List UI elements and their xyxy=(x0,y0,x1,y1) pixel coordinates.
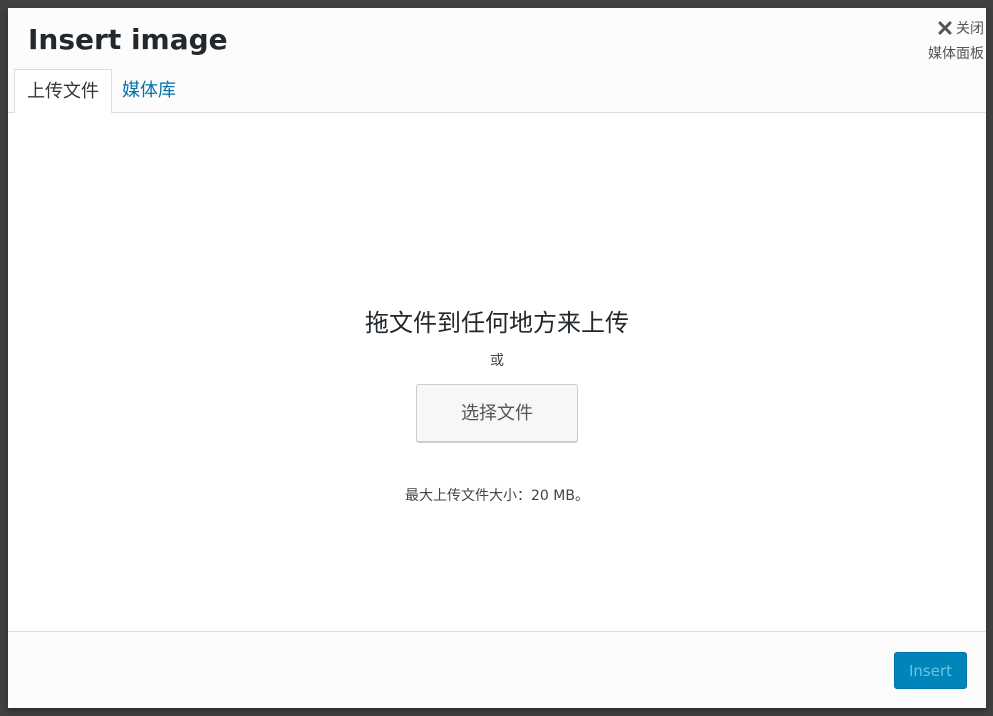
tab-media-library[interactable]: 媒体库 xyxy=(110,69,188,114)
max-upload-size: 最大上传文件大小：20 MB。 xyxy=(405,488,589,504)
modal-tabs: 上传文件 媒体库 xyxy=(8,69,986,114)
tab-upload-files[interactable]: 上传文件 xyxy=(14,69,112,114)
close-button[interactable]: 关闭 xyxy=(928,16,984,40)
insert-button[interactable]: Insert xyxy=(894,652,967,689)
insert-image-modal: Insert image 关闭 媒体面板 上传文件 媒体库 拖文件到任何地方来上… xyxy=(8,8,986,708)
close-icon xyxy=(938,21,952,35)
or-text: 或 xyxy=(490,353,504,369)
upload-area[interactable]: 拖文件到任何地方来上传 或 选择文件 最大上传文件大小：20 MB。 xyxy=(8,113,986,631)
modal-title: Insert image xyxy=(28,23,228,56)
media-panel-toggle[interactable]: 媒体面板 xyxy=(928,43,984,63)
select-files-button[interactable]: 选择文件 xyxy=(416,384,578,442)
drop-instructions: 拖文件到任何地方来上传 xyxy=(365,309,629,337)
modal-footer: Insert xyxy=(8,631,986,708)
close-area: 关闭 媒体面板 xyxy=(928,16,984,63)
close-label: 关闭 xyxy=(956,21,984,37)
